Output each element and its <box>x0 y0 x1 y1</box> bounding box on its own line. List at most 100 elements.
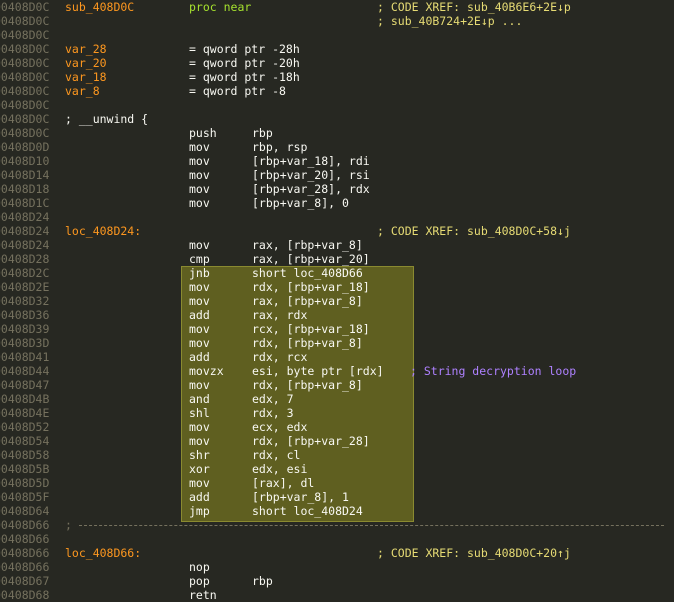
line-address: 00408D24 <box>0 238 50 252</box>
listing-line[interactable]: 00408D44 movzx esi, byte ptr [rdx] ; String… <box>0 364 674 378</box>
line-address: 00408D36 <box>0 308 50 322</box>
line-label[interactable]: loc_408D66: <box>65 546 141 560</box>
instruction-operands[interactable]: short loc_408D66 <box>252 266 363 280</box>
listing-line[interactable]: 00408D2C jnb short loc_408D66 <box>0 266 674 280</box>
line-label[interactable]: loc_408D24: <box>65 224 141 238</box>
instruction-mnemonic: mov <box>189 322 210 336</box>
instruction-operands[interactable]: rdx, cl <box>252 448 300 462</box>
instruction-operands[interactable]: rdx, [rbp+var_8] <box>252 378 363 392</box>
listing-line[interactable]: 00408D10 mov [rbp+var_18], rdi <box>0 154 674 168</box>
listing-line[interactable]: 00408D41 add rdx, rcx <box>0 350 674 364</box>
line-address: 00408D0C <box>0 126 50 140</box>
listing-line[interactable]: 00408D47 mov rdx, [rbp+var_8] <box>0 378 674 392</box>
instruction-operands[interactable]: rdx, [rbp+var_8] <box>252 336 363 350</box>
instruction-operands[interactable]: [rbp+var_18], rdi <box>252 154 370 168</box>
instruction-operands[interactable]: rbp <box>252 126 273 140</box>
instruction-mnemonic: mov <box>189 434 210 448</box>
line-address: 00408D0C <box>0 70 50 84</box>
listing-line[interactable]: 00408D66; <box>0 518 674 532</box>
listing-line[interactable]: 00408D36 add rax, rdx <box>0 308 674 322</box>
line-comment: ; CODE XREF: sub_408D0C+58↓j <box>377 224 571 238</box>
listing-line[interactable]: 00408D0C var_20 = qword ptr -20h <box>0 56 674 70</box>
listing-line[interactable]: 00408D0C var_18 = qword ptr -18h <box>0 70 674 84</box>
instruction-operands[interactable]: ecx, edx <box>252 420 307 434</box>
listing-line[interactable]: 00408D5F add [rbp+var_8], 1 <box>0 490 674 504</box>
instruction-operands[interactable]: rdx, [rbp+var_28] <box>252 434 370 448</box>
instruction-operands[interactable]: rax, [rbp+var_8] <box>252 238 363 252</box>
listing-line[interactable]: 00408D64 jmp short loc_408D24 <box>0 504 674 518</box>
listing-line[interactable]: 00408D66 nop <box>0 560 674 574</box>
instruction-operands[interactable]: rdx, 3 <box>252 406 294 420</box>
separator-marker[interactable]: ; <box>65 518 72 532</box>
line-label[interactable]: var_20 <box>65 56 107 70</box>
listing-line[interactable]: 00408D32 mov rax, [rbp+var_8] <box>0 294 674 308</box>
listing-line[interactable]: 00408D4E shl rdx, 3 <box>0 406 674 420</box>
instruction-mnemonic: movzx <box>189 364 224 378</box>
listing-line[interactable]: 00408D0C ; sub_40B724+2E↓p ... <box>0 14 674 28</box>
instruction-operands[interactable]: rax, rdx <box>252 308 307 322</box>
listing-line[interactable]: 00408D3D mov rdx, [rbp+var_8] <box>0 336 674 350</box>
instruction-operands[interactable]: rdx, rcx <box>252 350 307 364</box>
listing-line[interactable]: 00408D0C var_8 = qword ptr -8 <box>0 84 674 98</box>
listing-line[interactable]: 00408D5D mov [rax], dl <box>0 476 674 490</box>
listing-line[interactable]: 00408D5B xor edx, esi <box>0 462 674 476</box>
line-label[interactable]: ; __unwind { <box>65 112 148 126</box>
listing-line[interactable]: 00408D68 retn <box>0 588 674 602</box>
instruction-operands[interactable]: rax, [rbp+var_8] <box>252 294 363 308</box>
listing-line[interactable]: 00408D0C <box>0 28 674 42</box>
listing-line[interactable]: 00408D0D mov rbp, rsp <box>0 140 674 154</box>
line-address: 00408D14 <box>0 168 50 182</box>
listing-line[interactable]: 00408D14 mov [rbp+var_20], rsi <box>0 168 674 182</box>
instruction-operands[interactable]: rbp, rsp <box>252 140 307 154</box>
instruction-operands[interactable]: short loc_408D24 <box>252 504 363 518</box>
listing-line[interactable]: 00408D0C push rbp <box>0 126 674 140</box>
listing-line[interactable]: 00408D66 <box>0 532 674 546</box>
listing-line[interactable]: 00408D67 pop rbp <box>0 574 674 588</box>
line-comment: ; sub_40B724+2E↓p ... <box>377 14 523 28</box>
instruction-mnemonic: mov <box>189 140 210 154</box>
listing-line[interactable]: 00408D0C ; __unwind { <box>0 112 674 126</box>
line-address: 00408D2C <box>0 266 50 280</box>
line-label[interactable]: var_18 <box>65 70 107 84</box>
listing-line[interactable]: 00408D28 cmp rax, [rbp+var_20] <box>0 252 674 266</box>
instruction-operands[interactable]: [rbp+var_28], rdx <box>252 182 370 196</box>
instruction-operands[interactable]: [rbp+var_20], rsi <box>252 168 370 182</box>
listing-line[interactable]: 00408D18 mov [rbp+var_28], rdx <box>0 182 674 196</box>
instruction-operands[interactable]: [rbp+var_8], 1 <box>252 490 349 504</box>
instruction-operands[interactable]: rax, [rbp+var_20] <box>252 252 370 266</box>
listing-line[interactable]: 00408D1C mov [rbp+var_8], 0 <box>0 196 674 210</box>
instruction-mnemonic: and <box>189 392 210 406</box>
line-address: 00408D0C <box>0 14 50 28</box>
listing-line[interactable]: 00408D24 loc_408D24: ; CODE XREF: sub_408D… <box>0 224 674 238</box>
instruction-operands[interactable]: edx, esi <box>252 462 307 476</box>
line-comment: ; CODE XREF: sub_40B6E6+2E↓p <box>377 0 571 14</box>
listing-line[interactable]: 00408D2E mov rdx, [rbp+var_18] <box>0 280 674 294</box>
instruction-operands[interactable]: rdx, [rbp+var_18] <box>252 280 370 294</box>
listing-line[interactable]: 00408D54 mov rdx, [rbp+var_28] <box>0 434 674 448</box>
listing-line[interactable]: 00408D0C sub_408D0C proc near ; CODE XREF: … <box>0 0 674 14</box>
listing-line[interactable]: 00408D0C var_28 = qword ptr -28h <box>0 42 674 56</box>
listing-line[interactable]: 00408D52 mov ecx, edx <box>0 420 674 434</box>
line-label[interactable]: var_28 <box>65 42 107 56</box>
instruction-operands[interactable]: esi, byte ptr [rdx] <box>252 364 384 378</box>
line-label[interactable]: sub_408D0C <box>65 0 134 14</box>
listing-line[interactable]: 00408D66 loc_408D66: ; CODE XREF: sub_408D… <box>0 546 674 560</box>
listing-line[interactable]: 00408D24 <box>0 210 674 224</box>
instruction-mnemonic: add <box>189 350 210 364</box>
instruction-mnemonic: mov <box>189 378 210 392</box>
instruction-operands[interactable]: [rbp+var_8], 0 <box>252 196 349 210</box>
instruction-operands[interactable]: rcx, [rbp+var_18] <box>252 322 370 336</box>
instruction-mnemonic: mov <box>189 154 210 168</box>
instruction-operands[interactable]: rbp <box>252 574 273 588</box>
listing-line[interactable]: 00408D0C <box>0 98 674 112</box>
line-address: 00408D41 <box>0 350 50 364</box>
listing-line[interactable]: 00408D58 shr rdx, cl <box>0 448 674 462</box>
instruction-operands[interactable]: edx, 7 <box>252 392 294 406</box>
listing-line[interactable]: 00408D24 mov rax, [rbp+var_8] <box>0 238 674 252</box>
line-address: 00408D68 <box>0 588 50 602</box>
listing-line[interactable]: 00408D39 mov rcx, [rbp+var_18] <box>0 322 674 336</box>
line-label[interactable]: var_8 <box>65 84 100 98</box>
instruction-operands[interactable]: [rax], dl <box>252 476 314 490</box>
listing-line[interactable]: 00408D4B and edx, 7 <box>0 392 674 406</box>
instruction-mnemonic: mov <box>189 280 210 294</box>
